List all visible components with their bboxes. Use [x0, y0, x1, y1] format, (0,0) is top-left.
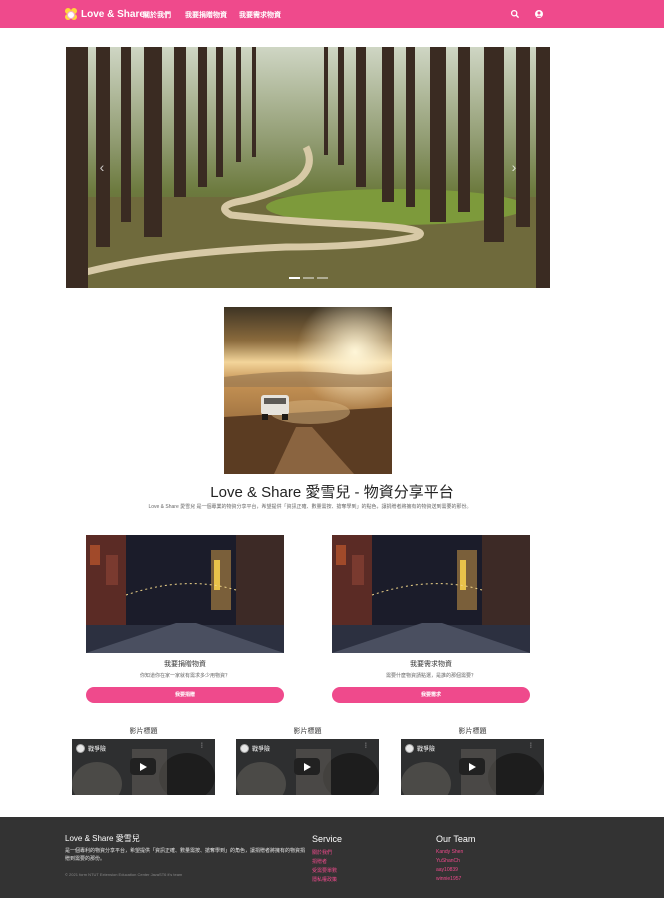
- intro-text: Love & Share 愛雪兒 是一個專業的物資分享平台，希望提供「資訊正確、…: [148, 504, 472, 510]
- footer-link-recipient[interactable]: 受需要單數: [312, 867, 337, 874]
- flower-logo-icon: [65, 8, 77, 20]
- channel-name: 戰爭險: [417, 747, 436, 753]
- search-icon[interactable]: [510, 9, 520, 19]
- footer-team-member[interactable]: winnie1957: [436, 876, 461, 882]
- footer-link-donor[interactable]: 捐贈者: [312, 858, 327, 865]
- more-options-icon[interactable]: ⋮: [528, 743, 534, 749]
- donate-button[interactable]: 我要捐贈: [86, 687, 284, 703]
- footer-link-about[interactable]: 關於我們: [312, 849, 332, 856]
- brand-name: Love & Share: [81, 8, 145, 20]
- video-channel: 戰爭險: [76, 744, 106, 753]
- footer-service-title: Service: [312, 834, 343, 844]
- night-street-image: [86, 535, 284, 653]
- feature-image: [224, 307, 392, 474]
- video-title: 影片標題: [293, 728, 322, 735]
- top-navbar: Love & Share 關於我們 我要捐贈物資 我要需求物資: [0, 0, 664, 28]
- brand-link[interactable]: Love & Share: [65, 6, 145, 22]
- more-options-icon[interactable]: ⋮: [363, 743, 369, 749]
- card-image-request: [332, 535, 530, 653]
- card-image-donate: [86, 535, 284, 653]
- nav-link-about[interactable]: 關於我們: [143, 10, 171, 20]
- page-headline: Love & Share 愛雪兒 - 物資分享平台: [210, 484, 454, 501]
- car-sunset-image: [224, 307, 392, 474]
- play-icon[interactable]: [294, 758, 320, 775]
- footer-brand: Love & Share 愛雪兒: [65, 834, 140, 843]
- card-desc-request: 需要什麼物資請點選，是誰的那個需要？: [385, 673, 476, 679]
- carousel-indicator[interactable]: [288, 277, 300, 279]
- footer-description: 是一個專利的物資分享平台，希望提供「資訊正確、數量需按、搶奪學到」的角色，讓捐贈…: [65, 848, 306, 862]
- video-channel: 戰爭險: [405, 744, 435, 753]
- play-icon[interactable]: [459, 758, 485, 775]
- channel-avatar: [240, 744, 249, 753]
- video-embed[interactable]: 戰爭險 ⋮: [72, 739, 215, 795]
- carousel-indicator[interactable]: [316, 277, 328, 279]
- channel-avatar: [76, 744, 85, 753]
- video-title: 影片標題: [129, 728, 158, 735]
- footer-team-member[interactable]: aay10839: [436, 867, 458, 873]
- footer-team-member[interactable]: Kandy Shen: [436, 849, 463, 855]
- nav-link-donate[interactable]: 我要捐贈物資: [185, 10, 227, 20]
- carousel-indicator[interactable]: [302, 277, 314, 279]
- channel-name: 戰爭險: [252, 747, 271, 753]
- footer: Love & Share 愛雪兒 是一個專利的物資分享平台，希望提供「資訊正確、…: [0, 817, 664, 898]
- carousel-next-icon[interactable]: ›: [508, 159, 520, 175]
- user-icon[interactable]: [534, 9, 544, 19]
- footer-team-title: Our Team: [436, 834, 476, 844]
- card-title-request: 我要需求物資: [410, 661, 452, 668]
- card-desc-donate: 你知道你在家一家就有需求多少用物資？: [139, 673, 230, 679]
- video-channel: 戰爭險: [240, 744, 270, 753]
- night-street-image: [332, 535, 530, 653]
- more-options-icon[interactable]: ⋮: [199, 743, 205, 749]
- carousel-indicators: [66, 277, 550, 279]
- footer-copyright: © 2021 form NTUT Extension Education Cen…: [65, 872, 183, 877]
- play-icon[interactable]: [130, 758, 156, 775]
- hero-carousel[interactable]: ‹ ›: [66, 47, 550, 288]
- forest-path-image: [66, 47, 550, 288]
- card-title-donate: 我要捐贈物資: [164, 661, 206, 668]
- channel-avatar: [405, 744, 414, 753]
- video-title: 影片標題: [458, 728, 487, 735]
- footer-link-privacy[interactable]: 隱私權政策: [312, 876, 337, 883]
- carousel-prev-icon[interactable]: ‹: [96, 159, 108, 175]
- video-embed[interactable]: 戰爭險 ⋮: [401, 739, 544, 795]
- video-embed[interactable]: 戰爭險 ⋮: [236, 739, 379, 795]
- channel-name: 戰爭險: [88, 747, 107, 753]
- nav-link-request[interactable]: 我要需求物資: [239, 10, 281, 20]
- footer-team-member[interactable]: YuShanCh: [436, 858, 460, 864]
- request-button[interactable]: 我要需求: [332, 687, 530, 703]
